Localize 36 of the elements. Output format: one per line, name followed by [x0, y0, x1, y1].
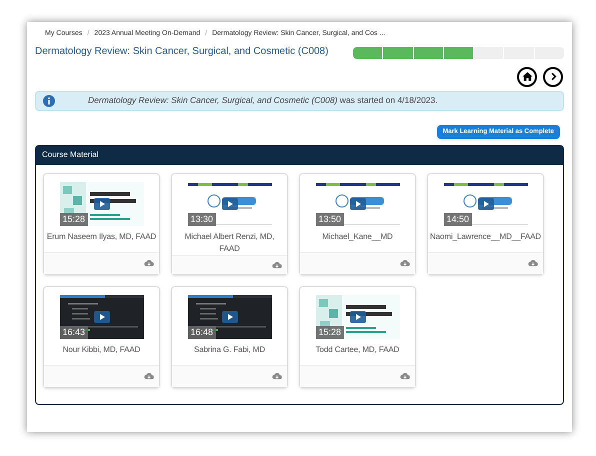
cloud-download-icon[interactable] — [144, 259, 154, 267]
video-card[interactable]: 15:28 Erum Naseem Ilyas, MD, FAAD — [43, 172, 160, 274]
video-card[interactable]: 16:43 Nour Kibbi, MD, FAAD — [43, 286, 160, 388]
speaker-name: Sabrina G. Fabi, MD — [192, 344, 266, 356]
video-card[interactable]: 13:50 Michael_Kane__MD — [299, 172, 416, 274]
cloud-download-icon[interactable] — [400, 372, 410, 380]
video-duration: 15:28 — [60, 212, 88, 226]
cloud-download-icon[interactable] — [144, 372, 154, 380]
video-duration: 13:30 — [188, 212, 216, 226]
speaker-name: Michael Albert Renzi, MD, FAAD — [184, 230, 276, 254]
cloud-download-icon[interactable] — [272, 260, 282, 268]
video-card[interactable]: 16:48 Sabrina G. Fabi, MD — [171, 286, 288, 388]
video-duration: 15:28 — [316, 326, 344, 338]
cloud-download-icon[interactable] — [528, 259, 538, 267]
speaker-name: Naomi_Lawrence__MD__FAAD — [429, 230, 542, 242]
chevron-right-icon — [548, 72, 558, 81]
video-duration: 13:50 — [316, 212, 344, 226]
cloud-download-icon[interactable] — [272, 372, 282, 380]
video-duration: 16:48 — [188, 326, 216, 338]
speaker-name: Nour Kibbi, MD, FAAD — [62, 344, 142, 356]
panel-title: Course Material — [42, 149, 98, 161]
video-duration: 16:43 — [60, 326, 88, 338]
home-icon — [522, 71, 532, 82]
speaker-name: Erum Naseem Ilyas, MD, FAAD — [46, 230, 158, 242]
alert-message: Dermatology Review: Skin Cancer, Surgical, and Cosmetic (C008) was started on 4/18/2023. — [88, 94, 438, 107]
info-icon — [43, 94, 55, 106]
course-title: Dermatology Review: Skin Cancer, Surgical, and Cosmetic (C008) — [35, 44, 328, 58]
next-button[interactable] — [543, 66, 563, 86]
speaker-name: Michael_Kane__MD — [321, 230, 394, 242]
video-card[interactable]: 15:28 Todd Cartee, MD, FAAD — [299, 286, 416, 388]
video-card[interactable]: 14:50 Naomi_Lawrence__MD__FAAD — [427, 172, 544, 274]
home-button[interactable] — [517, 66, 537, 86]
cloud-download-icon[interactable] — [400, 259, 410, 267]
video-card[interactable]: 13:30 Michael Albert Renzi, MD, FAAD — [171, 172, 288, 274]
video-duration: 14:50 — [444, 212, 472, 226]
speaker-name: Todd Cartee, MD, FAAD — [314, 344, 400, 356]
